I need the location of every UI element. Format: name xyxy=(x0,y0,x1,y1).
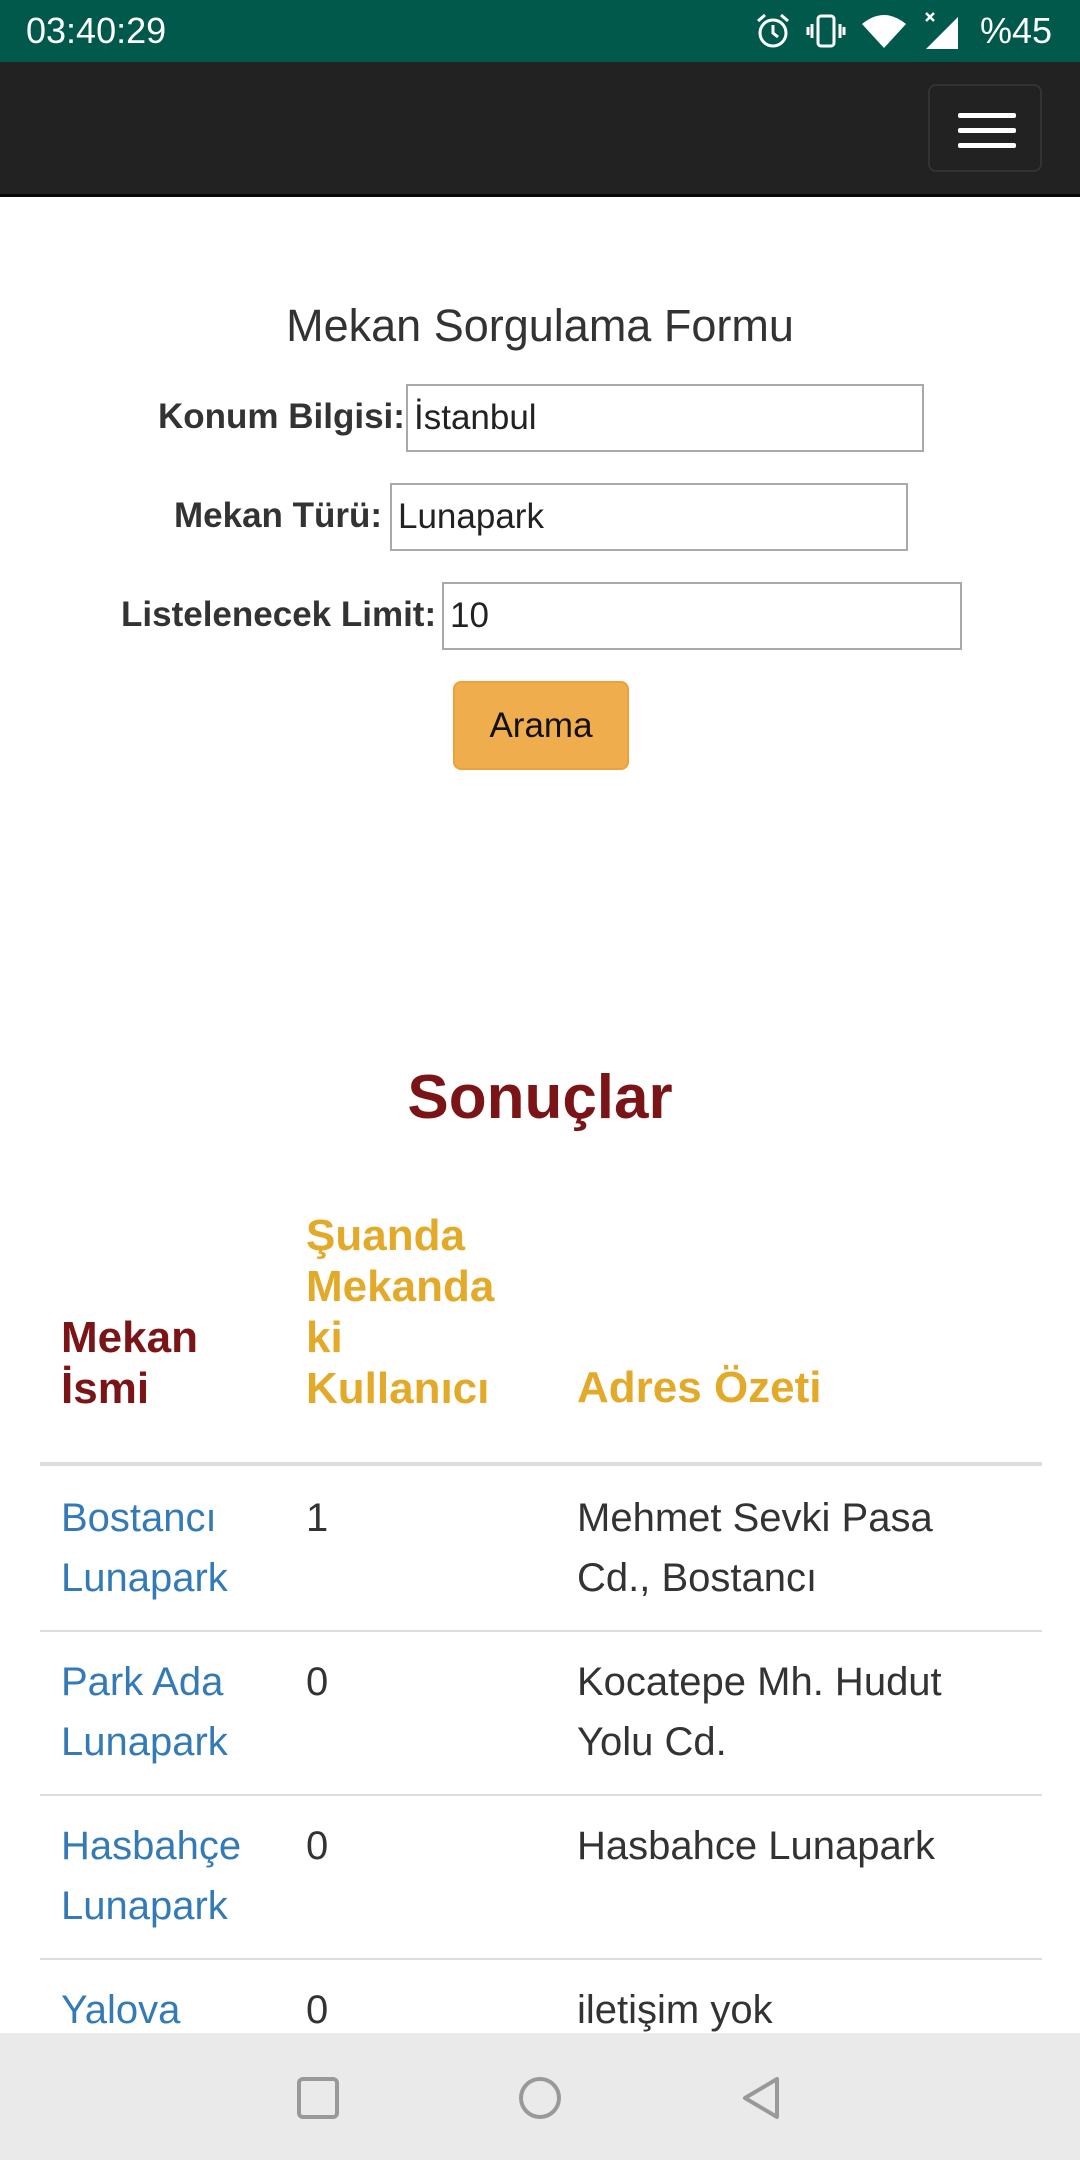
back-triangle-icon xyxy=(743,2077,779,2119)
type-label: Mekan Türü: xyxy=(174,496,383,535)
venue-link[interactable]: Park Ada Lunapark xyxy=(61,1652,291,1772)
status-icons: %45 xyxy=(754,8,1052,54)
row-divider xyxy=(40,1958,1042,1960)
header-venue-name: Mekan İsmi xyxy=(61,1313,198,1413)
navbar-toggle-button[interactable] xyxy=(928,84,1042,172)
venue-link[interactable]: Yalova xyxy=(61,1980,291,2040)
address-summary: Hasbahce Lunapark xyxy=(577,1824,936,1868)
cellular-signal-icon xyxy=(925,12,958,49)
recents-square-icon xyxy=(297,2077,339,2119)
location-row: Konum Bilgisi: xyxy=(0,384,1080,452)
vibrate-icon xyxy=(806,14,846,48)
status-bar: 03:40:29 %45 xyxy=(0,0,1080,62)
results-title: Sonuçlar xyxy=(407,1063,673,1132)
alarm-icon xyxy=(756,13,789,48)
system-navigation-bar xyxy=(0,2033,1080,2160)
address-summary: Kocatepe Mh. Hudut Yolu Cd. xyxy=(577,1660,942,1764)
user-count: 0 xyxy=(306,1660,329,1704)
location-label: Konum Bilgisi: xyxy=(158,397,405,436)
home-button[interactable] xyxy=(505,2063,575,2133)
header-current-users: Şuanda Mekanda ki Kullanıcı xyxy=(306,1211,495,1413)
address-summary: Mehmet Sevki Pasa Cd., Bostancı xyxy=(577,1496,933,1600)
user-count: 0 xyxy=(306,1824,329,1868)
search-button[interactable]: Arama xyxy=(453,681,629,770)
type-row: Mekan Türü: xyxy=(0,483,1080,551)
limit-input[interactable] xyxy=(442,582,962,650)
header-address: Adres Özeti xyxy=(577,1363,822,1412)
row-divider xyxy=(40,1630,1042,1632)
form-title: Mekan Sorgulama Formu xyxy=(286,300,794,351)
status-time: 03:40:29 xyxy=(26,10,167,51)
venue-link[interactable]: Hasbahçe Lunapark xyxy=(61,1816,291,1936)
home-circle-icon xyxy=(519,2077,561,2119)
limit-row: Listelenecek Limit: xyxy=(0,582,1080,650)
user-count: 0 xyxy=(306,1988,329,2032)
battery-level: %45 xyxy=(979,10,1052,51)
table-header-divider xyxy=(40,1462,1042,1466)
limit-label: Listelenecek Limit: xyxy=(121,595,437,634)
row-divider xyxy=(40,1794,1042,1796)
address-summary: iletişim yok xyxy=(577,1988,773,2032)
user-count: 1 xyxy=(306,1496,329,1540)
back-button[interactable] xyxy=(727,2063,797,2133)
type-input[interactable] xyxy=(390,483,908,551)
top-navbar xyxy=(0,62,1080,197)
venue-link[interactable]: Bostancı Lunapark xyxy=(61,1488,291,1608)
recents-button[interactable] xyxy=(283,2063,353,2133)
wifi-icon xyxy=(861,15,906,48)
location-input[interactable] xyxy=(406,384,924,452)
